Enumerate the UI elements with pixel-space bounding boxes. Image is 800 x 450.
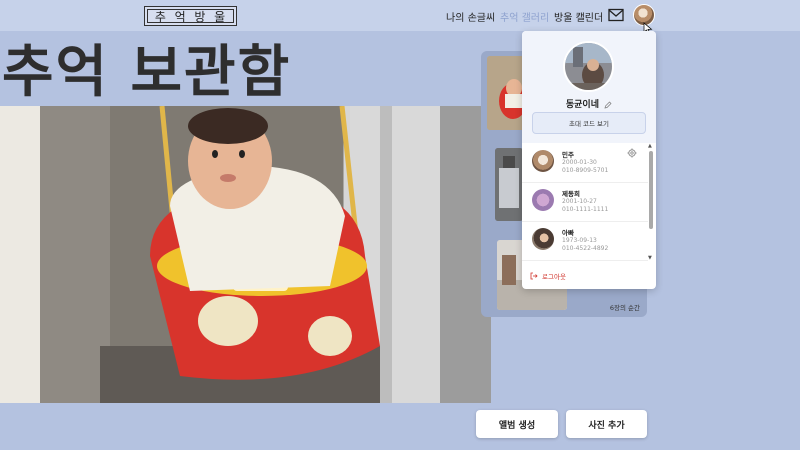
scroll-up-icon[interactable]: ▲ (648, 143, 652, 149)
avatar (532, 228, 554, 250)
member-birth: 2001-10-27 (562, 198, 597, 205)
create-album-button[interactable]: 앨범 생성 (476, 410, 558, 438)
profile-dropdown: 동균이네 초대 코드 보기 민주 2000-01-30 010-8909-570… (522, 31, 656, 289)
logo[interactable]: 추 억 방 울 (144, 6, 237, 26)
logo-char: 울 (214, 9, 227, 24)
member-list[interactable]: 민주 2000-01-30 010-8909-5701 제동희 2001-10-… (522, 143, 648, 263)
scroll-thumb[interactable] (649, 151, 653, 229)
profile-summary: 동균이네 초대 코드 보기 (522, 31, 656, 143)
logout-button[interactable]: 로그아웃 (530, 271, 566, 281)
list-item[interactable]: 제동희 2001-10-27 010-1111-1111 (522, 184, 648, 222)
thumbnail-caption: 6장의 순간 (609, 304, 640, 312)
profile-username-text: 동균이네 (565, 100, 599, 110)
list-item[interactable]: 아빠 1973-09-13 010-4522-4892 (522, 223, 648, 261)
thumbnail-photo[interactable] (495, 148, 523, 221)
logo-char: 억 (174, 9, 187, 24)
member-name: 민주 (562, 151, 574, 159)
logout-icon (530, 272, 538, 280)
member-phone: 010-1111-1111 (562, 206, 609, 213)
gear-icon[interactable] (627, 148, 637, 158)
list-item[interactable]: 민주 2000-01-30 010-8909-5701 (522, 145, 648, 183)
mail-icon[interactable] (608, 8, 624, 22)
logo-char: 방 (194, 9, 207, 24)
profile-avatar-large (563, 41, 614, 92)
member-name: 제동희 (562, 190, 580, 198)
edit-icon[interactable] (604, 101, 612, 109)
logout-label: 로그아웃 (542, 273, 566, 281)
nav-memory-gallery[interactable]: 추억 갤러리 (500, 9, 549, 24)
nav-bangul-calendar[interactable]: 방울 캘린더 (554, 9, 603, 24)
member-list-scrollbar[interactable]: ▲ ▼ (648, 143, 654, 263)
page-title: 추억 보관함 (2, 40, 292, 105)
logo-char: 추 (154, 9, 167, 24)
member-birth: 1973-09-13 (562, 237, 597, 244)
add-photo-button[interactable]: 사진 추가 (566, 410, 647, 438)
scroll-down-icon[interactable]: ▼ (648, 255, 652, 261)
main-photo[interactable] (0, 106, 491, 403)
invite-code-button[interactable]: 초대 코드 보기 (532, 112, 646, 134)
member-phone: 010-4522-4892 (562, 245, 609, 252)
avatar (532, 150, 554, 172)
member-birth: 2000-01-30 (562, 159, 597, 166)
profile-username: 동균이네 (522, 97, 656, 110)
nav-my-handwriting[interactable]: 나의 손글씨 (446, 9, 495, 24)
baby-swing-photo (0, 106, 491, 403)
member-name: 아빠 (562, 229, 574, 237)
avatar (532, 189, 554, 211)
member-phone: 010-8909-5701 (562, 167, 609, 174)
header: 추 억 방 울 나의 손글씨 추억 갤러리 방울 캘린더 (0, 0, 800, 31)
